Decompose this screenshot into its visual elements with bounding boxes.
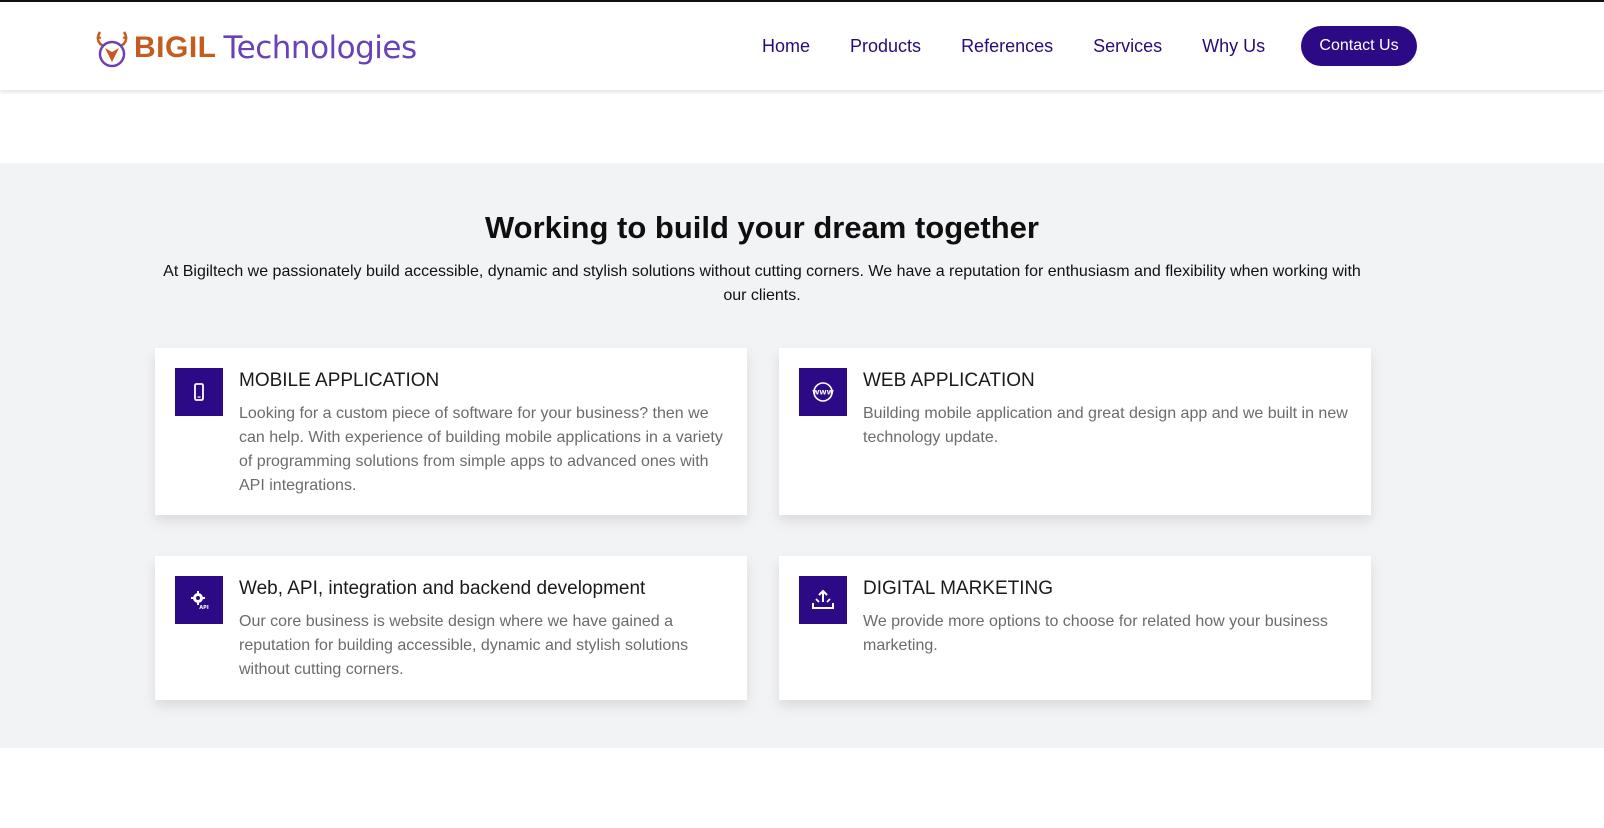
service-card-web: WWW WEB APPLICATION Building mobile appl… (779, 348, 1371, 515)
www-globe-icon: WWW (799, 368, 847, 416)
service-card-text: Building mobile application and great de… (863, 405, 1348, 446)
service-card-text: We provide more options to choose for re… (863, 613, 1328, 654)
svg-text:WWW: WWW (812, 389, 834, 397)
nav-references[interactable]: References (961, 36, 1053, 57)
nav-services[interactable]: Services (1093, 36, 1162, 57)
nav-products[interactable]: Products (850, 36, 921, 57)
share-upload-icon (799, 576, 847, 624)
service-card-text: Our core business is website design wher… (239, 613, 689, 678)
mobile-phone-icon (175, 368, 223, 416)
contact-us-button[interactable]: Contact Us (1301, 26, 1417, 66)
service-card-text: Looking for a custom piece of software f… (239, 405, 723, 494)
api-gear-icon: API (175, 576, 223, 624)
brand-logo[interactable]: BIGIL Technologies (94, 26, 417, 70)
service-card-title: WEB APPLICATION (863, 370, 1035, 391)
site-header: BIGIL Technologies Home Products Referen… (0, 2, 1604, 90)
services-section: Working to build your dream together At … (0, 163, 1604, 748)
deer-icon (96, 31, 128, 68)
service-card-title: MOBILE APPLICATION (239, 370, 440, 391)
brand-suffix: Technologies (223, 30, 418, 66)
section-title: Working to build your dream together (484, 210, 1039, 245)
nav-home[interactable]: Home (762, 36, 810, 57)
svg-text:API: API (199, 605, 209, 611)
service-card-marketing: DIGITAL MARKETING We provide more option… (779, 556, 1371, 700)
nav-why-us[interactable]: Why Us (1202, 36, 1265, 57)
main-nav: Home Products References Services Why Us (762, 26, 1305, 66)
section-subtitle: At Bigiltech we passionately build acces… (163, 263, 1361, 304)
service-card-title: Web, API, integration and backend develo… (239, 578, 646, 599)
service-card-mobile: MOBILE APPLICATION Looking for a custom … (155, 348, 747, 515)
service-card-backend: API Web, API, integration and backend de… (155, 556, 747, 700)
brand-name: BIGIL (134, 31, 217, 64)
service-card-title: DIGITAL MARKETING (863, 578, 1054, 599)
